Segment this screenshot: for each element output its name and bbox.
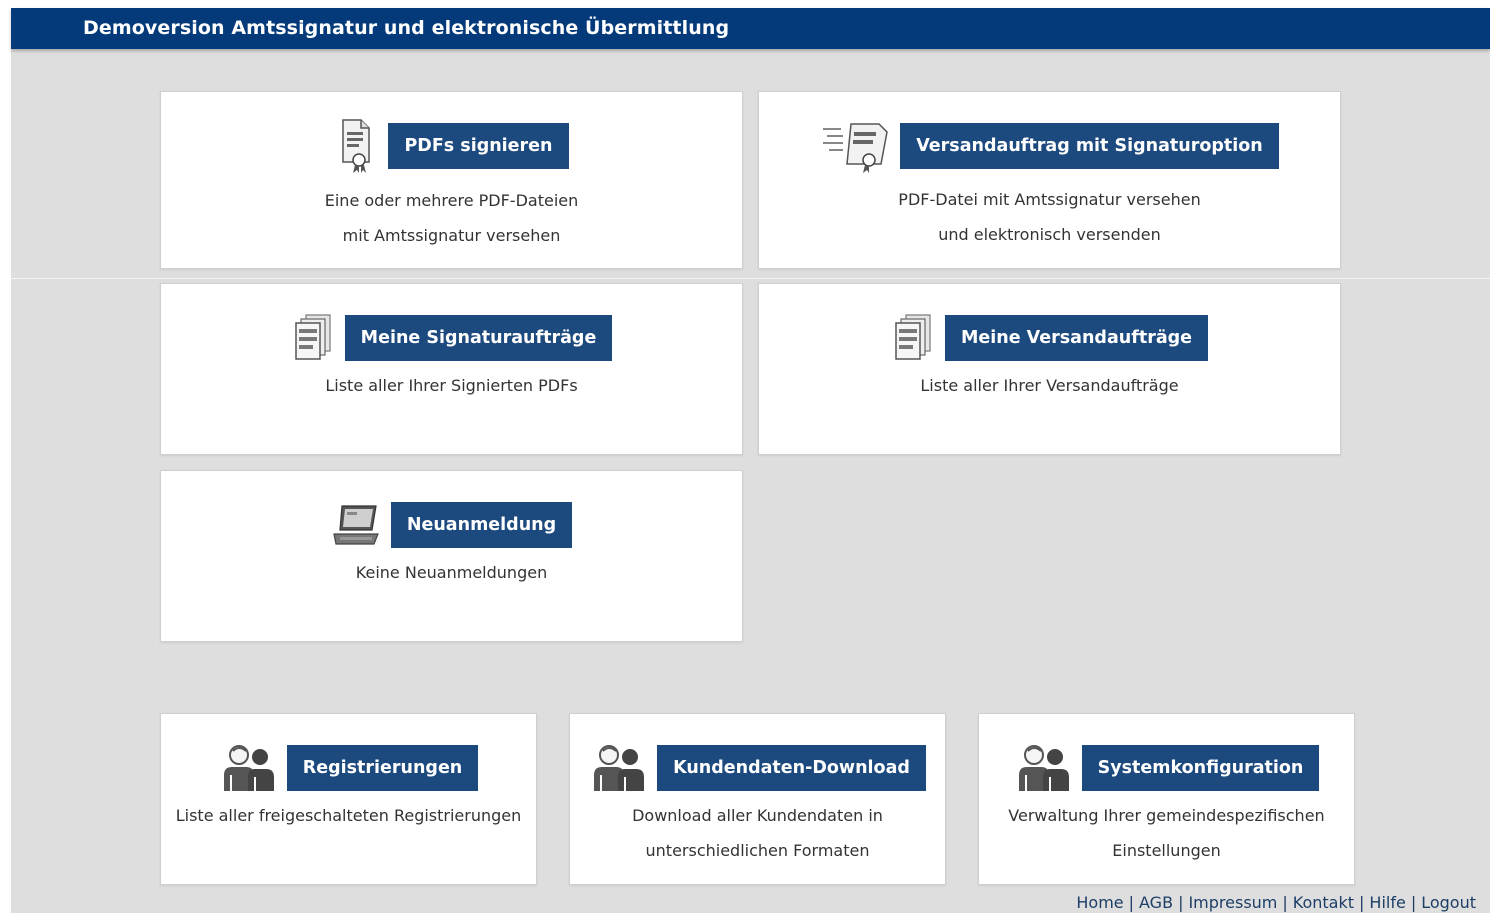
footer-links: Home | AGB | Impressum | Kontakt | Hilfe | Logout xyxy=(1076,893,1476,912)
description-line: Liste aller Ihrer Versandaufträge xyxy=(920,376,1179,395)
description-line: Liste aller freigeschalteten Registrieru… xyxy=(175,806,522,825)
laptop-icon xyxy=(331,497,383,553)
footer-separator: | xyxy=(1178,893,1184,912)
card-neuanmeldung: Neuanmeldung Keine Neuanmeldungen xyxy=(160,470,743,642)
card-registrierungen: Registrierungen Liste aller freigeschalt… xyxy=(160,713,537,885)
systemkonfiguration-button[interactable]: Systemkonfiguration xyxy=(1081,745,1320,791)
card-versandauftraege: Meine Versandaufträge Liste aller Ihrer … xyxy=(758,283,1341,455)
registrierungen-button[interactable]: Registrierungen xyxy=(286,745,479,791)
users-icon xyxy=(589,740,649,796)
description-line: Download aller Kundendaten in xyxy=(632,806,883,825)
versandauftraege-button[interactable]: Meine Versandaufträge xyxy=(944,315,1209,361)
card-description: Keine Neuanmeldungen xyxy=(161,555,742,590)
card-description: Liste aller Ihrer Versandaufträge xyxy=(759,368,1340,403)
footer-link-agb[interactable]: AGB xyxy=(1139,893,1173,912)
description-line: Einstellungen xyxy=(1112,841,1221,860)
card-description: PDF-Datei mit Amtssignatur versehen und … xyxy=(759,182,1340,252)
document-stack-icon xyxy=(291,310,337,366)
pdfs-signieren-button[interactable]: PDFs signieren xyxy=(388,123,569,169)
description-line: Verwaltung Ihrer gemeindespezifischen xyxy=(1008,806,1325,825)
users-icon xyxy=(1014,740,1074,796)
footer-link-kontakt[interactable]: Kontakt xyxy=(1293,893,1354,912)
description-line: und elektronisch versenden xyxy=(938,225,1161,244)
footer-separator: | xyxy=(1410,893,1417,912)
description-line: unterschiedlichen Formaten xyxy=(645,841,870,860)
page-header: Demoversion Amtssignatur und elektronisc… xyxy=(11,8,1490,49)
versandauftrag-button[interactable]: Versandauftrag mit Signaturoption xyxy=(900,123,1279,169)
page-title: Demoversion Amtssignatur und elektronisc… xyxy=(83,17,730,39)
document-stack-icon xyxy=(891,310,937,366)
app-root: Demoversion Amtssignatur und elektronisc… xyxy=(11,8,1490,913)
footer-link-hilfe[interactable]: Hilfe xyxy=(1369,893,1405,912)
footer-separator: | xyxy=(1282,893,1288,912)
card-signaturauftraege: Meine Signaturaufträge Liste aller Ihrer… xyxy=(160,283,743,455)
users-icon xyxy=(219,740,279,796)
pdf-sign-icon xyxy=(334,118,380,174)
description-line: PDF-Datei mit Amtssignatur versehen xyxy=(898,190,1201,209)
card-description: Liste aller Ihrer Signierten PDFs xyxy=(161,368,742,403)
description-line: mit Amtssignatur versehen xyxy=(342,226,561,245)
card-systemkonfiguration: Systemkonfiguration Verwaltung Ihrer gem… xyxy=(978,713,1355,885)
send-document-icon xyxy=(820,118,892,174)
footer-link-impressum[interactable]: Impressum xyxy=(1188,893,1277,912)
neuanmeldung-button[interactable]: Neuanmeldung xyxy=(390,502,573,548)
card-description: Verwaltung Ihrer gemeindespezifischen Ei… xyxy=(979,798,1354,868)
footer-separator: | xyxy=(1128,893,1135,912)
card-kundendaten-download: Kundendaten-Download Download aller Kund… xyxy=(569,713,946,885)
kundendaten-download-button[interactable]: Kundendaten-Download xyxy=(657,745,926,791)
card-description: Eine oder mehrere PDF-Dateien mit Amtssi… xyxy=(161,183,742,253)
card-description: Download aller Kundendaten in unterschie… xyxy=(570,798,945,868)
footer-link-home[interactable]: Home xyxy=(1076,893,1123,912)
description-line: Eine oder mehrere PDF-Dateien xyxy=(324,191,579,210)
footer-link-logout[interactable]: Logout xyxy=(1421,893,1476,912)
signaturauftraege-button[interactable]: Meine Signaturaufträge xyxy=(344,315,613,361)
card-pdfs-signieren: PDFs signieren Eine oder mehrere PDF-Dat… xyxy=(160,91,743,269)
divider xyxy=(11,278,1490,279)
description-line: Liste aller Ihrer Signierten PDFs xyxy=(325,376,578,395)
card-description: Liste aller freigeschalteten Registrieru… xyxy=(161,798,536,833)
footer-separator: | xyxy=(1359,893,1365,912)
card-versandauftrag: Versandauftrag mit Signaturoption PDF-Da… xyxy=(758,91,1341,269)
description-line: Keine Neuanmeldungen xyxy=(355,563,548,582)
